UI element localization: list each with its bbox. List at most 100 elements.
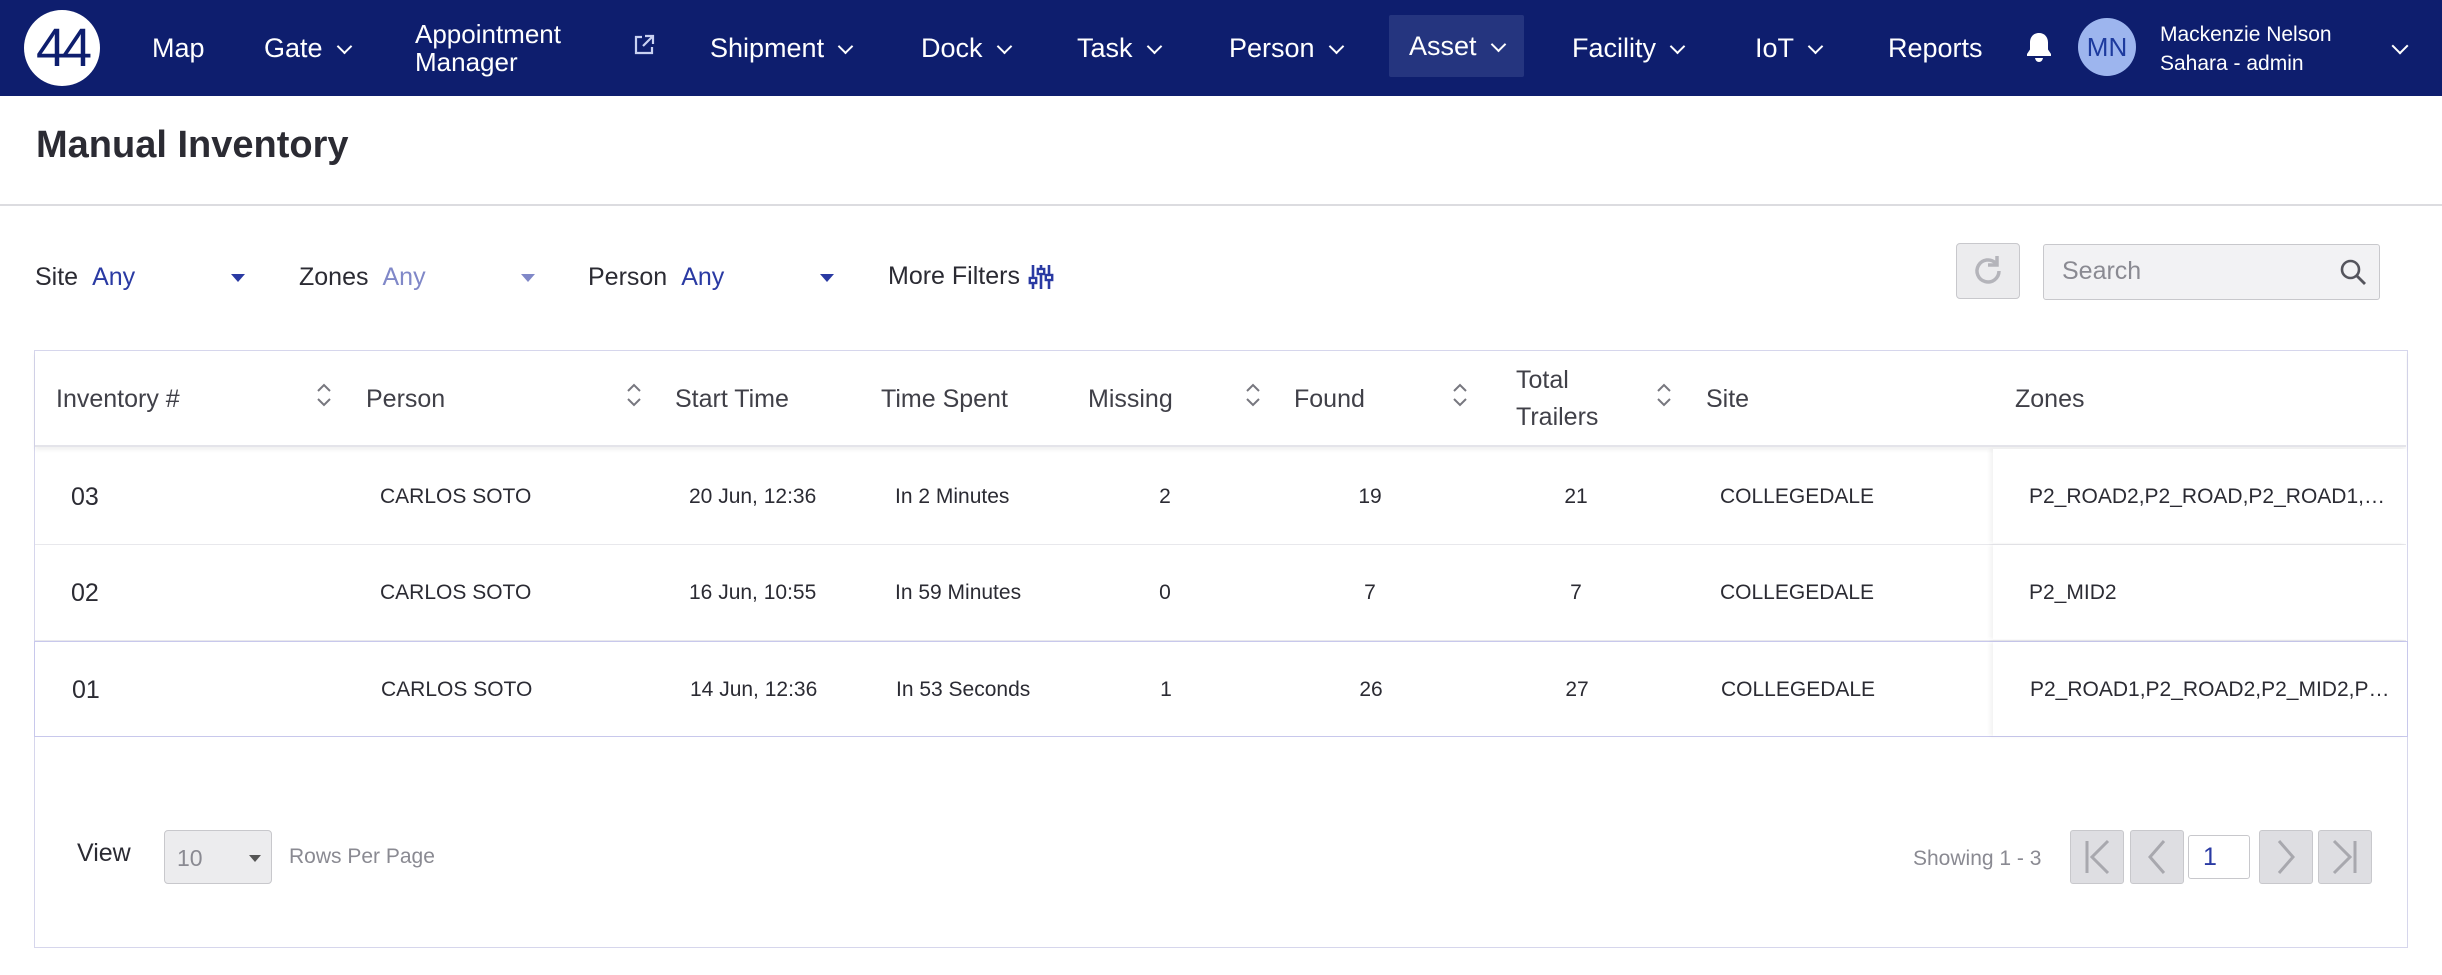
nav-item-gate[interactable]: Gate bbox=[264, 0, 352, 96]
column-header-person[interactable]: Person bbox=[366, 351, 445, 447]
table-row[interactable]: 03 CARLOS SOTO 20 Jun, 12:36 In 2 Minute… bbox=[35, 449, 2406, 545]
search-input[interactable] bbox=[2062, 245, 2322, 297]
previous-page-button[interactable] bbox=[2130, 830, 2184, 884]
nav-item-label: Person bbox=[1229, 32, 1315, 63]
total-trailers-cell: 27 bbox=[1565, 678, 1589, 701]
nav-item-task[interactable]: Task bbox=[1077, 0, 1162, 96]
column-header-time-spent: Time Spent bbox=[881, 384, 1008, 413]
nav-item-shipment[interactable]: Shipment bbox=[710, 0, 854, 96]
logo-text: 44 bbox=[35, 18, 92, 78]
nav-item-label: Asset bbox=[1409, 30, 1477, 61]
nav-item-appointment-manager[interactable]: Appointment Manager bbox=[415, 0, 561, 96]
view-label: View bbox=[77, 839, 131, 867]
nav-item-iot[interactable]: IoT bbox=[1755, 0, 1824, 96]
nav-item-facility[interactable]: Facility bbox=[1572, 0, 1686, 96]
found-cell: 26 bbox=[1359, 678, 1383, 701]
found-cell: 7 bbox=[1364, 581, 1376, 604]
zones-cell: P2_ROAD2,P2_ROAD,P2_ROAD1,P2... bbox=[2029, 485, 2389, 508]
rows-per-page-label: Rows Per Page bbox=[289, 845, 435, 868]
site-dropdown-caret-icon[interactable] bbox=[231, 274, 245, 282]
nav-item-label-line1: Appointment bbox=[415, 19, 561, 49]
person-dropdown-caret-icon[interactable] bbox=[820, 274, 834, 282]
zones-dropdown-caret-icon[interactable] bbox=[521, 274, 535, 282]
nav-item-person[interactable]: Person bbox=[1229, 0, 1344, 96]
time-spent-cell: In 53 Seconds bbox=[896, 678, 1031, 701]
site-filter-value[interactable]: Any bbox=[92, 263, 135, 292]
external-link-icon[interactable] bbox=[633, 34, 655, 56]
sort-icon[interactable] bbox=[1244, 381, 1262, 409]
nav-item-label: Shipment bbox=[710, 32, 825, 63]
nav-item-label: Appointment Manager bbox=[415, 20, 561, 76]
search-box bbox=[2043, 244, 2380, 300]
zones-filter[interactable]: Zones Any bbox=[299, 262, 426, 292]
total-trailers-cell: 7 bbox=[1570, 581, 1582, 604]
sort-icon[interactable] bbox=[1451, 381, 1469, 409]
refresh-button[interactable] bbox=[1956, 243, 2020, 299]
column-header-total-label-line1: Total bbox=[1516, 366, 1569, 394]
last-page-button[interactable] bbox=[2318, 830, 2372, 884]
column-header-total-label-line2: Trailers bbox=[1516, 403, 1599, 431]
rows-per-page-value: 10 bbox=[177, 845, 203, 871]
column-header-inventory[interactable]: Inventory # bbox=[56, 351, 180, 447]
nav-item-label: Map bbox=[152, 32, 205, 63]
total-trailers-cell: 21 bbox=[1564, 485, 1588, 508]
header-divider bbox=[0, 204, 2442, 206]
missing-cell: 2 bbox=[1159, 485, 1171, 508]
found-cell: 19 bbox=[1358, 485, 1382, 508]
nav-item-label: IoT bbox=[1755, 32, 1795, 63]
table-row[interactable]: 02 CARLOS SOTO 16 Jun, 10:55 In 59 Minut… bbox=[35, 545, 2406, 641]
chevron-down-icon bbox=[996, 38, 1012, 54]
chevron-down-icon bbox=[249, 855, 261, 862]
nav-item-asset[interactable]: Asset bbox=[1389, 15, 1524, 77]
nav-item-label: Reports bbox=[1888, 32, 1983, 63]
nav-item-dock[interactable]: Dock bbox=[921, 0, 1012, 96]
avatar-initials: MN bbox=[2086, 31, 2128, 62]
rows-per-page-select[interactable]: 10 bbox=[164, 830, 272, 884]
nav-item-label: Task bbox=[1077, 32, 1133, 63]
user-menu[interactable]: Mackenzie Nelson Sahara - admin bbox=[2160, 20, 2332, 78]
zones-filter-label: Zones bbox=[299, 262, 369, 291]
nav-item-reports[interactable]: Reports bbox=[1888, 0, 1983, 96]
chevron-down-icon[interactable] bbox=[2391, 37, 2409, 55]
first-page-button[interactable] bbox=[2070, 830, 2124, 884]
column-header-total-trailers[interactable]: Total Trailers bbox=[1516, 351, 1598, 447]
person-filter-label: Person bbox=[588, 262, 668, 291]
person-filter[interactable]: Person Any bbox=[588, 262, 724, 292]
missing-cell: 1 bbox=[1160, 678, 1172, 701]
column-header-missing[interactable]: Missing bbox=[1088, 351, 1173, 447]
inventory-id[interactable]: 01 bbox=[72, 642, 100, 738]
site-filter-label: Site bbox=[35, 262, 79, 291]
avatar[interactable]: MN bbox=[2078, 18, 2136, 76]
table-header: Inventory # Person Start Time Time Spent… bbox=[35, 351, 2406, 447]
person-filter-value[interactable]: Any bbox=[681, 263, 724, 292]
page-title: Manual Inventory bbox=[36, 124, 349, 166]
zones-cell: P2_MID2 bbox=[2029, 581, 2117, 604]
more-filters-button[interactable]: More Filters bbox=[888, 262, 1054, 291]
column-header-zones: Zones bbox=[2015, 384, 2085, 413]
inventory-id[interactable]: 02 bbox=[71, 545, 99, 641]
column-header-found[interactable]: Found bbox=[1294, 351, 1365, 447]
user-name: Mackenzie Nelson bbox=[2160, 23, 2332, 46]
inventory-id[interactable]: 03 bbox=[71, 449, 99, 545]
site-filter[interactable]: Site Any bbox=[35, 262, 135, 292]
sort-icon[interactable] bbox=[625, 381, 643, 409]
search-icon[interactable] bbox=[2339, 258, 2367, 286]
next-page-button[interactable] bbox=[2259, 830, 2313, 884]
table-row[interactable]: 01 CARLOS SOTO 14 Jun, 12:36 In 53 Secon… bbox=[34, 641, 2408, 737]
showing-count: Showing 1 - 3 bbox=[1913, 847, 2042, 870]
zones-filter-value[interactable]: Any bbox=[382, 263, 425, 292]
last-page-icon bbox=[2332, 839, 2357, 875]
start-time-cell: 16 Jun, 10:55 bbox=[689, 581, 817, 604]
start-time-cell: 14 Jun, 12:36 bbox=[690, 678, 818, 701]
page-number-input[interactable] bbox=[2188, 835, 2250, 879]
top-navigation-bar: 44 Map Gate Appointment Manager Shipment … bbox=[0, 0, 2442, 96]
bell-icon[interactable] bbox=[2024, 30, 2054, 64]
nav-item-map[interactable]: Map bbox=[152, 0, 205, 96]
sort-icon[interactable] bbox=[1655, 381, 1673, 409]
logo[interactable]: 44 bbox=[24, 10, 100, 86]
column-header-start-time: Start Time bbox=[675, 384, 789, 413]
nav-item-label: Facility bbox=[1572, 32, 1657, 63]
time-spent-cell: In 59 Minutes bbox=[895, 581, 1022, 604]
sort-icon[interactable] bbox=[315, 381, 333, 409]
chevron-down-icon bbox=[1669, 38, 1686, 54]
